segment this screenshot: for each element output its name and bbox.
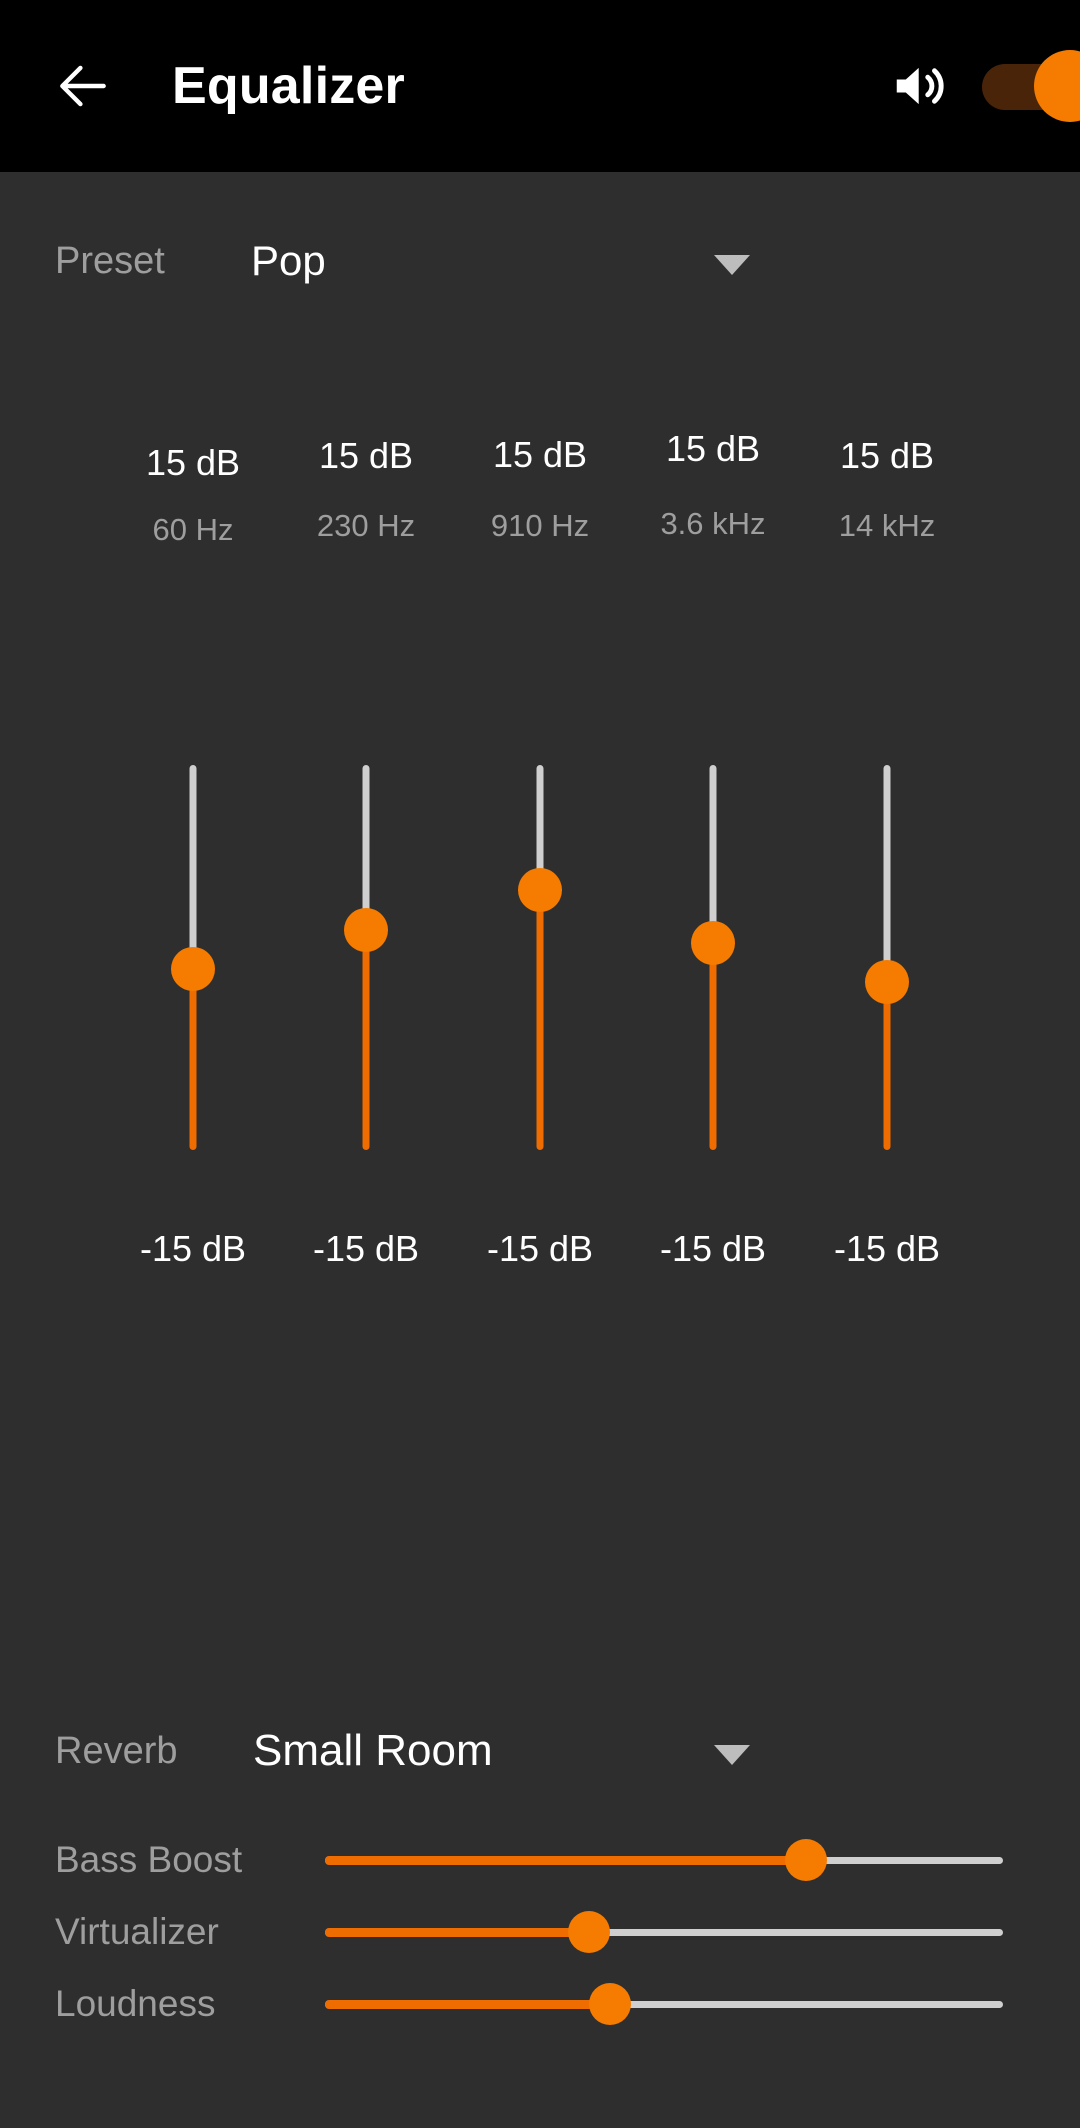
bass-boost-label: Bass Boost xyxy=(55,1839,243,1880)
band-slider-thumb[interactable] xyxy=(518,868,562,912)
virtualizer-label: Virtualizer xyxy=(55,1911,219,1952)
virtualizer-thumb[interactable] xyxy=(568,1911,611,1953)
band-track-inactive[interactable] xyxy=(362,765,370,930)
reverb-label: Reverb xyxy=(55,1729,178,1772)
virtualizer-slider[interactable] xyxy=(325,1902,1003,1962)
band-max-gain-label: 15 dB xyxy=(839,435,935,476)
band-frequency-label: 60 Hz xyxy=(152,512,234,547)
band-slider-thumb[interactable] xyxy=(865,960,909,1004)
band-track-active[interactable] xyxy=(362,930,370,1150)
band-slider-thumb[interactable] xyxy=(691,921,735,965)
band-frequency-label: 230 Hz xyxy=(316,508,416,543)
slider-track-active xyxy=(325,1856,807,1865)
band-frequency-label: 14 kHz xyxy=(838,508,936,543)
band-frequency-label: 910 Hz xyxy=(490,508,590,543)
band-min-gain-label: -15 dB xyxy=(312,1228,420,1269)
effect-row-virtualizer: Virtualizer xyxy=(0,1902,1080,1962)
reverb-selector[interactable]: Reverb Small Room xyxy=(0,1715,1080,1787)
band-track-inactive[interactable] xyxy=(883,765,891,982)
loudness-thumb[interactable] xyxy=(588,1983,631,2025)
band-min-gain-label: -15 dB xyxy=(139,1228,247,1269)
band-track-inactive[interactable] xyxy=(189,765,197,969)
equalizer-screen: Equalizer Preset Pop 15 dB 60 Hz -15 dB 15 … xyxy=(0,0,1080,2128)
band-slider-thumb[interactable] xyxy=(344,908,388,952)
band-min-gain-label: -15 dB xyxy=(833,1228,941,1269)
band-max-gain-label: 15 dB xyxy=(665,428,761,469)
slider-track-active xyxy=(325,1928,590,1937)
reverb-value: Small Room xyxy=(253,1726,493,1775)
band-track-active[interactable] xyxy=(883,982,891,1150)
equalizer-bands: 15 dB 60 Hz -15 dB 15 dB 230 Hz -15 dB 15 dB 91… xyxy=(0,0,1080,2128)
band-track-active[interactable] xyxy=(189,969,197,1150)
band-track-active[interactable] xyxy=(536,890,544,1150)
band-frequency-label: 3.6 kHz xyxy=(660,506,766,541)
effect-row-bass-boost: Bass Boost xyxy=(0,1830,1080,1890)
band-max-gain-label: 15 dB xyxy=(145,442,241,483)
band-min-gain-label: -15 dB xyxy=(659,1228,767,1269)
band-min-gain-label: -15 dB xyxy=(486,1228,594,1269)
band-slider-thumb[interactable] xyxy=(171,947,215,991)
loudness-label: Loudness xyxy=(55,1983,216,2024)
band-max-gain-label: 15 dB xyxy=(318,435,414,476)
effect-row-loudness: Loudness xyxy=(0,1974,1080,2034)
band-max-gain-label: 15 dB xyxy=(492,434,588,475)
loudness-slider[interactable] xyxy=(325,1974,1003,2034)
chevron-down-icon xyxy=(714,1745,750,1765)
band-track-active[interactable] xyxy=(709,943,717,1150)
bass-boost-slider[interactable] xyxy=(325,1830,1003,1890)
bass-boost-thumb[interactable] xyxy=(785,1839,828,1881)
slider-track-active xyxy=(325,2000,610,2009)
band-track-inactive[interactable] xyxy=(709,765,717,943)
